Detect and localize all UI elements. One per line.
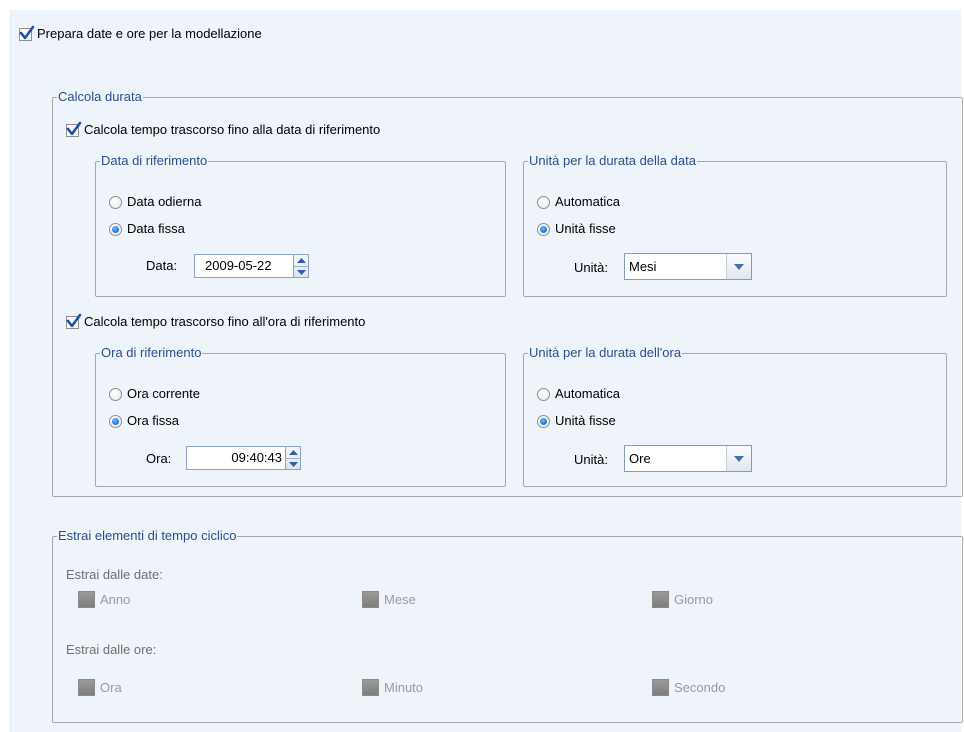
date-fixed-label: Data fissa [127,221,185,236]
radio-selected-icon [537,222,550,236]
from-dates-label: Estrai dalle date: [66,567,163,582]
radio-time-current[interactable]: Ora corrente [109,386,200,402]
radio-selected-icon [537,414,550,428]
spin-up-icon[interactable] [294,255,308,266]
chevron-down-icon[interactable] [726,446,751,471]
radio-unselected-icon [537,195,550,209]
date-input[interactable]: 2009-05-22 [194,254,294,278]
radio-date-fixed[interactable]: Data fissa [109,221,185,237]
checkbox-checked-icon [66,121,82,137]
time-spinner[interactable] [286,446,301,470]
cyclic-legend: Estrai elementi di tempo ciclico [57,528,238,544]
checkbox-checked-icon [66,313,82,329]
time-units-fixed-label: Unità fisse [555,413,616,428]
checkbox-disabled-icon [652,591,669,608]
checkbox-giorno[interactable]: Giorno [652,591,713,608]
date-unit-select[interactable]: Mesi [624,253,752,280]
radio-date-today[interactable]: Data odierna [109,194,201,210]
time-fixed-label: Ora fissa [127,413,180,428]
radio-time-units-auto[interactable]: Automatica [537,386,620,402]
checkbox-disabled-icon [78,591,95,608]
chevron-down-icon[interactable] [726,254,751,279]
ref-date-legend: Data di riferimento [100,153,209,169]
checkbox-disabled-icon [362,679,379,696]
secondo-label: Secondo [674,679,726,695]
date-field-label: Data: [146,258,178,273]
checkbox-secondo[interactable]: Secondo [652,679,725,696]
minuto-label: Minuto [384,679,424,695]
spin-down-icon[interactable] [286,458,300,470]
checkbox-disabled-icon [652,679,669,696]
anno-label: Anno [100,591,131,607]
date-spinner[interactable] [294,254,309,278]
date-units-legend: Unità per la durata della data [528,153,697,169]
radio-unselected-icon [109,195,122,209]
date-units-fixed-label: Unità fisse [555,221,616,236]
date-unit-value: Mesi [629,259,657,274]
radio-unselected-icon [537,387,550,401]
spin-up-icon[interactable] [286,447,300,458]
radio-selected-icon [109,222,122,236]
ref-time-legend: Ora di riferimento [100,345,203,361]
time-elapsed-label: Calcola tempo trascorso fino all'ora di … [84,314,366,329]
mese-label: Mese [384,591,416,607]
radio-selected-icon [109,414,122,428]
date-elapsed-label: Calcola tempo trascorso fino alla data d… [84,122,381,137]
cyclic-group: Estrai elementi di tempo ciclico [52,528,963,723]
checkbox-checked-icon [19,25,35,41]
duration-legend: Calcola durata [57,89,143,105]
radio-unselected-icon [109,387,122,401]
time-field-label: Ora: [146,451,172,466]
time-input[interactable]: 09:40:43 [186,446,286,470]
radio-time-fixed[interactable]: Ora fissa [109,413,179,429]
spin-down-icon[interactable] [294,266,308,278]
time-unit-value: Ore [629,451,651,466]
time-units-legend: Unità per la durata dell'ora [528,345,683,361]
time-units-auto-label: Automatica [555,386,621,401]
time-unit-label: Unità: [574,452,608,467]
checkbox-disabled-icon [362,591,379,608]
checkbox-ora[interactable]: Ora [78,679,122,696]
prepare-datetime-label: Prepara date e ore per la modellazione [37,26,262,41]
date-elapsed-checkbox[interactable]: Calcola tempo trascorso fino alla data d… [66,121,381,138]
time-elapsed-checkbox[interactable]: Calcola tempo trascorso fino all'ora di … [66,313,366,330]
radio-date-units-fixed[interactable]: Unità fisse [537,221,616,237]
date-today-label: Data odierna [127,194,202,209]
time-current-label: Ora corrente [127,386,200,401]
ora-label: Ora [100,679,122,695]
date-unit-label: Unità: [574,260,608,275]
checkbox-disabled-icon [78,679,95,696]
checkbox-anno[interactable]: Anno [78,591,130,608]
prepare-datetime-checkbox[interactable]: Prepara date e ore per la modellazione [19,25,262,42]
checkbox-mese[interactable]: Mese [362,591,416,608]
checkbox-minuto[interactable]: Minuto [362,679,423,696]
giorno-label: Giorno [674,591,714,607]
date-units-auto-label: Automatica [555,194,621,209]
radio-date-units-auto[interactable]: Automatica [537,194,620,210]
time-unit-select[interactable]: Ore [624,445,752,472]
from-times-label: Estrai dalle ore: [66,642,157,657]
radio-time-units-fixed[interactable]: Unità fisse [537,413,616,429]
